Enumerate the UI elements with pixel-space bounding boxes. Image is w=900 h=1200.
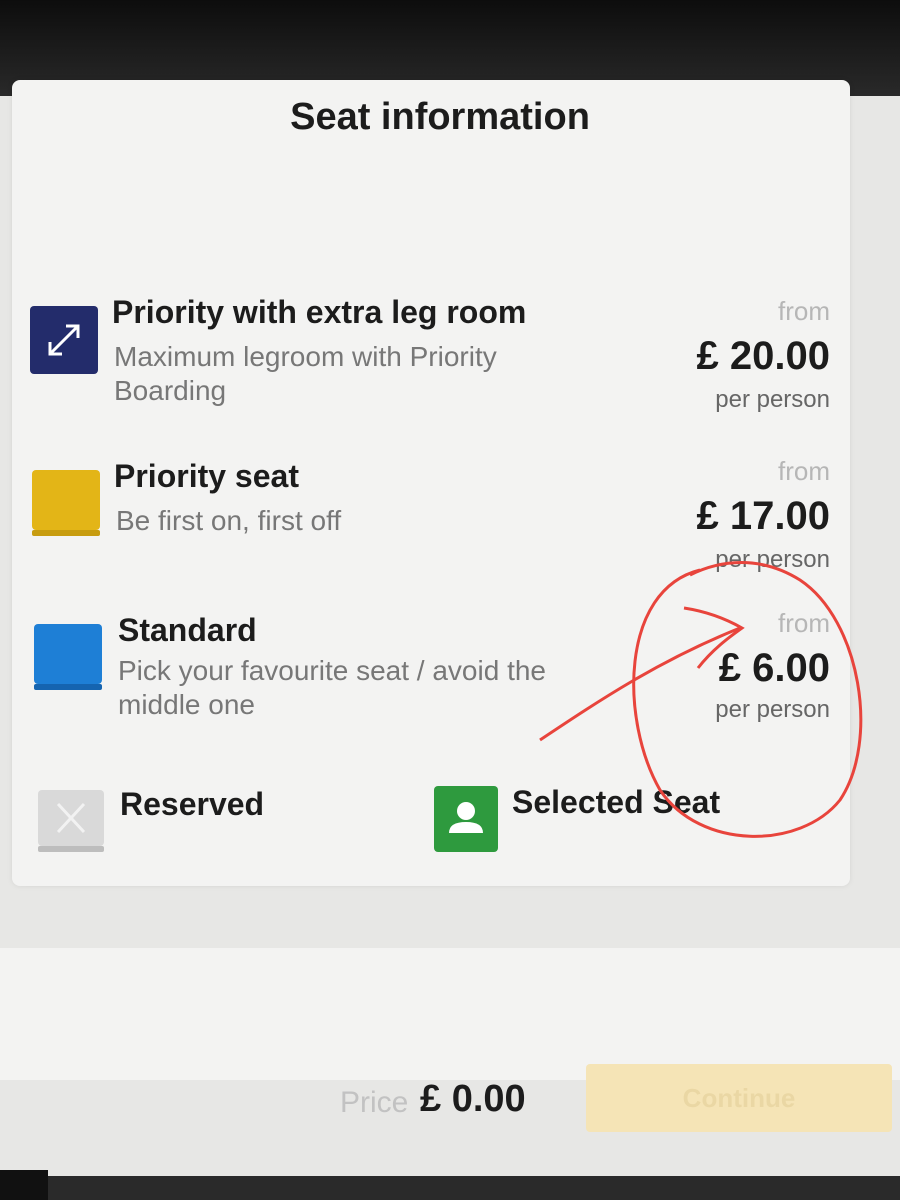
seat-type-description: Maximum legroom with Priority Boarding bbox=[114, 341, 497, 406]
price-label: Price bbox=[340, 1086, 409, 1119]
from-label: from bbox=[778, 608, 830, 638]
seat-type-price: £ 17.00 bbox=[696, 494, 830, 538]
seat-type-name: Standard bbox=[118, 612, 257, 648]
per-person-label: per person bbox=[715, 386, 830, 413]
seat-type-description: Be first on, first off bbox=[116, 505, 342, 536]
standard-seat-icon bbox=[34, 624, 102, 690]
seat-type-price: £ 20.00 bbox=[696, 334, 830, 378]
selected-seat-user-icon bbox=[434, 786, 498, 852]
modal-title: Seat information bbox=[290, 96, 590, 138]
seat-type-name: Priority seat bbox=[114, 458, 299, 494]
price-total: £ 0.00 bbox=[420, 1078, 526, 1120]
from-label: from bbox=[778, 296, 830, 326]
monitor-bottom-bezel bbox=[0, 1176, 900, 1200]
reserved-seat-icon bbox=[38, 790, 104, 852]
reserved-label: Reserved bbox=[120, 786, 265, 822]
seat-type-name: Priority with extra leg room bbox=[112, 294, 527, 330]
priority-seat-icon bbox=[32, 470, 100, 536]
monitor-corner bbox=[0, 1170, 48, 1200]
from-label: from bbox=[778, 456, 830, 486]
legroom-arrows-icon bbox=[30, 306, 98, 374]
per-person-label: per person bbox=[715, 696, 830, 723]
continue-button[interactable]: Continue bbox=[586, 1064, 892, 1132]
seat-type-price: £ 6.00 bbox=[718, 646, 830, 690]
selected-seat-label: Selected Seat bbox=[512, 784, 721, 820]
per-person-label: per person bbox=[715, 546, 830, 573]
footer-bar bbox=[0, 948, 900, 1080]
seat-type-description: Pick your favourite seat / avoid the mid… bbox=[118, 655, 546, 720]
